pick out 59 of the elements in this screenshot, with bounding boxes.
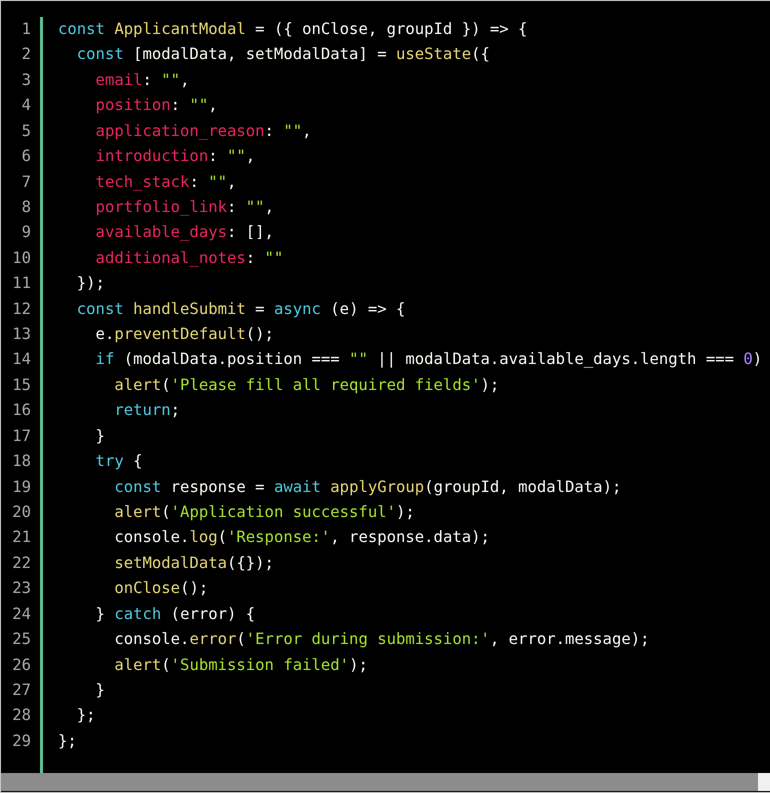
line-number: 12 — [11, 298, 31, 320]
line-number: 4 — [20, 95, 31, 116]
line-number: 9 — [20, 222, 31, 244]
line-number: 2 — [20, 44, 31, 66]
code-line: }; — [58, 730, 78, 752]
line-number: 6 — [20, 146, 31, 168]
line-number: 10 — [11, 248, 31, 269]
code-line: onClose(); — [113, 578, 210, 600]
line-number: 8 — [20, 196, 31, 218]
horizontal-scrollbar[interactable] — [1, 773, 770, 791]
code-line: portfolio_link: "", — [94, 196, 275, 218]
code-line: position: "", — [94, 95, 219, 116]
line-number: 29 — [11, 730, 31, 752]
line-number: 27 — [11, 680, 31, 701]
code-line: const handleSubmit = async (e) => { — [76, 298, 406, 320]
code-line: try { — [94, 451, 144, 472]
code-line: email: "", — [94, 70, 190, 91]
code-line: alert('Please fill all required fields'); — [113, 374, 500, 396]
code-line: introduction: "", — [94, 146, 256, 168]
line-number: 13 — [11, 324, 31, 346]
code-line: } — [94, 680, 106, 701]
line-number: 5 — [20, 120, 31, 142]
line-number: 18 — [11, 451, 31, 472]
code-line: console.log('Response:', response.data); — [113, 527, 491, 548]
line-number: 28 — [11, 705, 31, 726]
code-line: console.error('Error during submission:', error.message); — [113, 629, 650, 650]
code-line: tech_stack: "", — [94, 172, 238, 193]
code-line: alert('Application successful'); — [113, 502, 416, 524]
code-line: setModalData({}); — [113, 552, 275, 574]
code-line: if (modalData.position === "" || modalData.available_days.length === 0) — [94, 349, 764, 370]
line-number: 24 — [11, 604, 31, 625]
code-line: } catch (error) { — [94, 604, 256, 625]
line-number: 23 — [11, 578, 31, 600]
code-line: e.preventDefault(); — [94, 324, 275, 346]
line-number: 7 — [20, 172, 31, 193]
line-number: 1 — [20, 19, 31, 40]
line-number: 16 — [11, 400, 31, 422]
code-line: const [modalData, setModalData] = useState({ — [76, 44, 491, 66]
line-number: 21 — [11, 527, 31, 548]
line-number: 15 — [11, 374, 31, 396]
code-line: return; — [113, 400, 182, 422]
line-number: 19 — [11, 476, 31, 498]
code-line: additional_notes: "" — [94, 248, 284, 269]
line-number: 22 — [11, 552, 31, 574]
code-line: alert('Submission failed'); — [113, 654, 369, 676]
line-number: 14 — [11, 349, 31, 370]
code-line: application_reason: "", — [94, 120, 312, 142]
code-line: }); — [76, 273, 106, 294]
line-number: 26 — [11, 654, 31, 676]
line-number: 17 — [11, 426, 31, 447]
line-number: 3 — [20, 70, 31, 91]
code-line: } — [94, 426, 106, 447]
line-number: 25 — [11, 629, 31, 650]
code-line: const ApplicantModal = ({ onClose, groupId }) => { — [58, 19, 528, 40]
line-number: 20 — [11, 502, 31, 524]
code-line: }; — [76, 705, 97, 726]
code-line: const response = await applyGroup(groupId, modalData); — [113, 476, 622, 498]
code-line: available_days: [], — [94, 222, 275, 244]
line-number: 11 — [11, 273, 31, 294]
